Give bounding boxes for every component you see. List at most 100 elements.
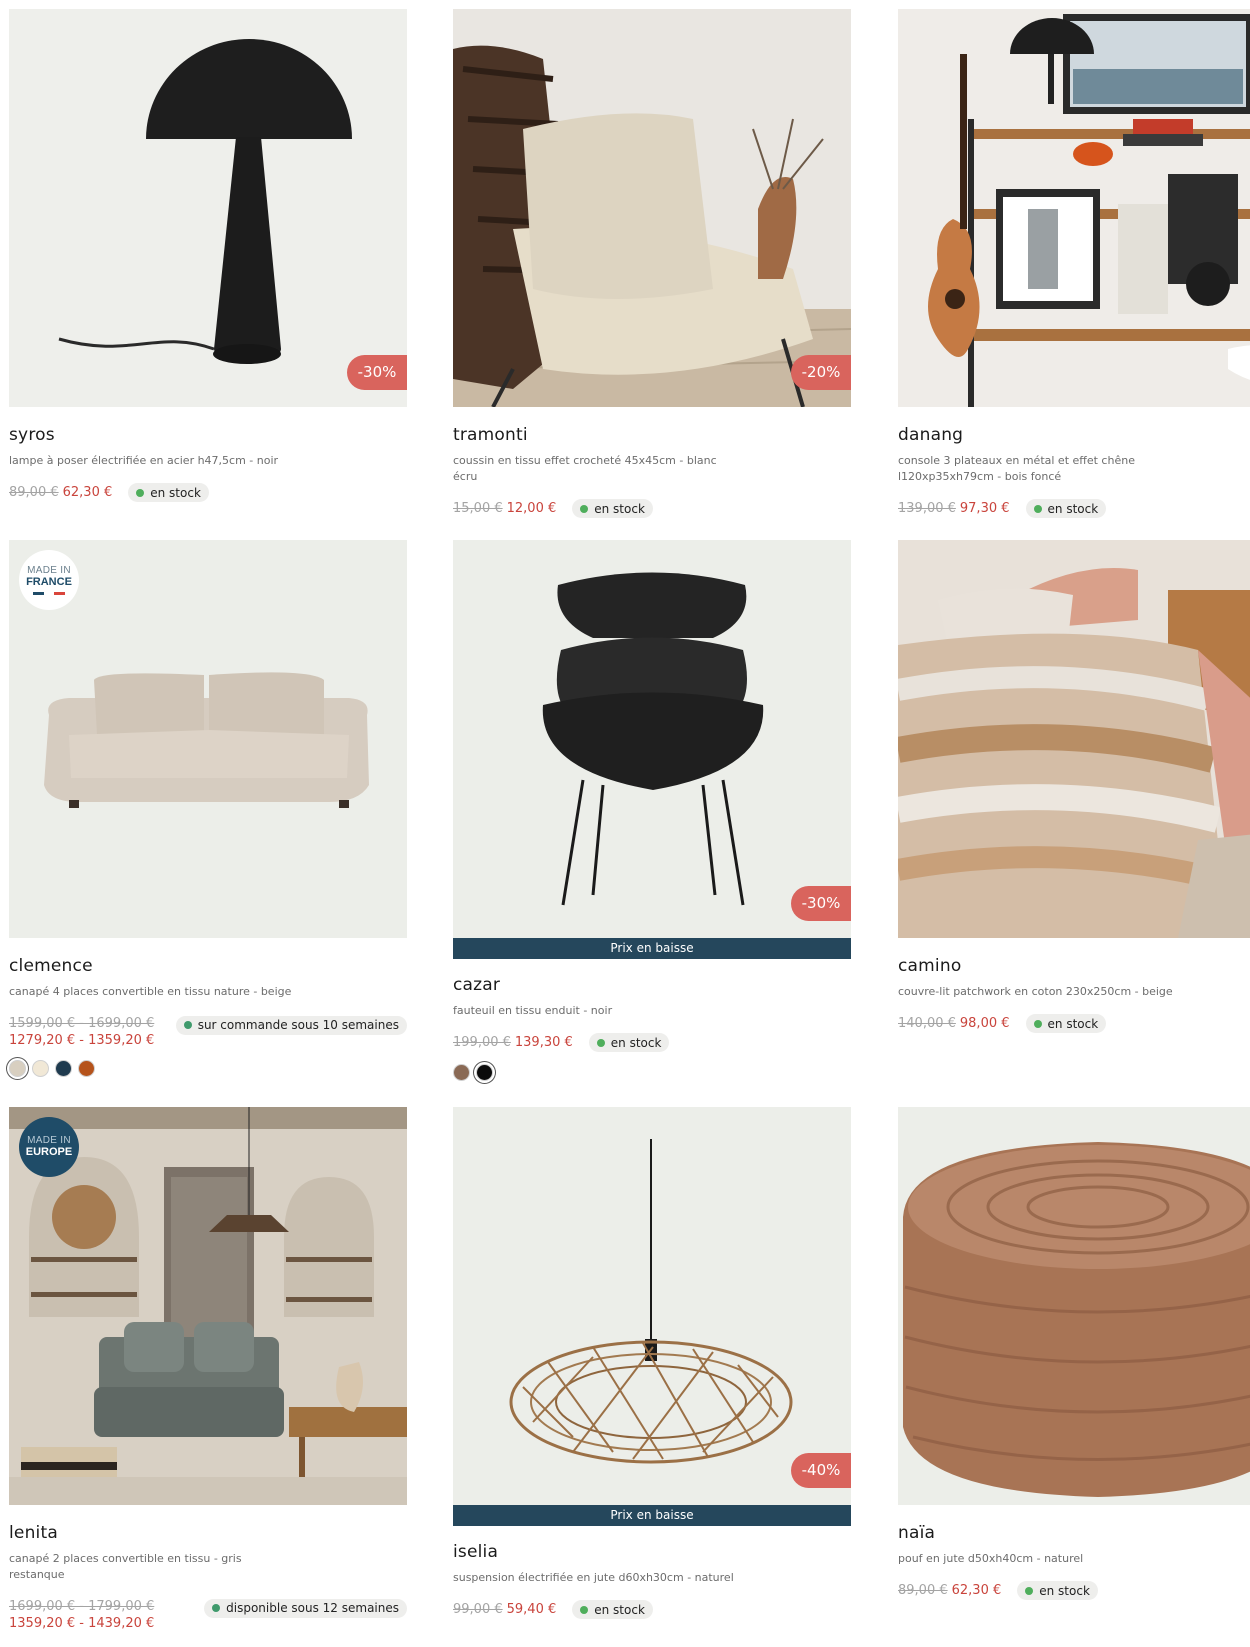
stock-badge: disponible sous 12 semaines [204,1598,407,1618]
color-swatch[interactable] [9,1060,26,1077]
product-description: pouf en jute d50xh40cm - naturel [898,1552,1084,1565]
discount-badge: -20% [791,355,851,390]
product-name[interactable]: lenita [9,1523,407,1543]
sale-price: 59,40 € [506,1602,557,1617]
sale-price: 1359,20 € - 1439,20 € [9,1616,155,1631]
product-description: coussin en tissu effet crocheté 45x45cm … [453,454,717,483]
product-image-camino[interactable] [898,540,1250,938]
product-card-naia[interactable]: naïa pouf en jute d50xh40cm - naturel 89… [898,1107,1250,1600]
product-description: canapé 2 places convertible en tissu - g… [9,1552,242,1581]
stock-badge: en stock [588,1033,670,1052]
stock-badge: en stock [1017,1581,1098,1600]
sale-price: 62,30 € [62,485,113,500]
stock-badge: en stock [1025,499,1107,518]
stock-badge: sur commande sous 10 semaines [175,1015,407,1035]
stock-dot-icon [1025,1586,1034,1595]
sale-price: 98,00 € [959,1016,1010,1031]
color-swatches [9,1060,407,1077]
color-swatch[interactable] [453,1064,470,1081]
color-swatch[interactable] [55,1060,72,1077]
price-drop-banner: Prix en baisse [453,938,851,959]
old-price: 139,00 € [898,501,956,516]
product-card-tramonti[interactable]: -20% tramonti coussin en tissu effet cro… [453,9,851,518]
product-image-naia[interactable] [898,1107,1250,1505]
price-drop-banner: Prix en baisse [453,1505,851,1526]
stock-badge: en stock [572,1600,653,1619]
armchair-image [453,540,851,938]
product-image-tramonti[interactable]: -20% [453,9,851,407]
stock-badge: en stock [1025,1014,1107,1033]
product-name[interactable]: clemence [9,956,407,976]
discount-badge: -30% [347,355,407,390]
sale-price: 12,00 € [506,501,557,516]
product-card-cazar[interactable]: -30% Prix en baisse cazar fauteuil en ti… [453,540,851,1081]
product-description: suspension électrifiée en jute d60xh30cm… [453,1571,734,1584]
price-row: 140,00 € 98,00 € en stock [898,1014,1250,1033]
old-price: 99,00 € [453,1602,503,1617]
product-name[interactable]: syros [9,425,407,445]
product-name[interactable]: iselia [453,1542,851,1562]
product-description: canapé 4 places convertible en tissu nat… [9,985,292,998]
product-image-syros[interactable]: -30% [9,9,407,407]
stock-dot-icon [1033,504,1042,513]
product-name[interactable]: naïa [898,1523,1250,1543]
stock-dot-icon [580,504,589,513]
stock-dot-icon [580,1605,589,1614]
color-swatch[interactable] [476,1064,493,1081]
product-name[interactable]: danang [898,425,1250,445]
price-row: 139,00 € 97,30 € en stock [898,499,1250,518]
discount-badge: -40% [791,1453,851,1488]
price-row: 89,00 € 62,30 € en stock [9,483,407,502]
product-description: console 3 plateaux en métal et effet chê… [898,454,1135,483]
product-card-syros[interactable]: -30% syros lampe à poser électrifiée en … [9,9,407,502]
console-shelf-image [898,9,1250,407]
stock-dot-icon [183,1021,192,1029]
old-price: 89,00 € [9,485,59,500]
cushion-chair-image [453,9,851,407]
product-image-danang[interactable] [898,9,1250,407]
color-swatch[interactable] [78,1060,95,1077]
old-price: 89,00 € [898,1583,948,1598]
jute-pouf-image [898,1107,1250,1505]
french-flag-icon [33,591,66,595]
bedspread-image [898,540,1250,938]
sale-price: 97,30 € [959,501,1010,516]
price-row: 199,00 € 139,30 € en stock [453,1033,851,1052]
price-row: 89,00 € 62,30 € en stock [898,1581,1250,1600]
product-card-camino[interactable]: camino couvre-lit patchwork en coton 230… [898,540,1250,1033]
made-in-france-badge: MADE IN FRANCE [19,550,79,610]
product-image-clemence[interactable]: MADE IN FRANCE [9,540,407,938]
jute-pendant-lamp-image [453,1107,851,1505]
price-row: 1599,00 € - 1699,00 € 1279,20 € - 1359,2… [9,1015,407,1048]
product-description: lampe à poser électrifiée en acier h47,5… [9,454,279,467]
product-image-lenita[interactable]: MADE IN EUROPE [9,1107,407,1505]
price-row: 15,00 € 12,00 € en stock [453,499,851,518]
product-image-cazar[interactable]: -30% [453,540,851,938]
product-name[interactable]: tramonti [453,425,851,445]
product-name[interactable]: cazar [453,975,851,995]
color-swatch[interactable] [32,1060,49,1077]
made-in-europe-badge: MADE IN EUROPE [19,1117,79,1177]
product-description: couvre-lit patchwork en coton 230x250cm … [898,985,1173,998]
discount-badge: -30% [791,886,851,921]
product-card-iselia[interactable]: -40% Prix en baisse iselia suspension él… [453,1107,851,1619]
stock-dot-icon [596,1038,605,1047]
old-price: 1699,00 € - 1799,00 € [9,1599,155,1614]
product-name[interactable]: camino [898,956,1250,976]
sale-price: 62,30 € [951,1583,1002,1598]
old-price: 1599,00 € - 1699,00 € [9,1016,155,1031]
old-price: 140,00 € [898,1016,956,1031]
color-swatches [453,1064,851,1081]
stock-dot-icon [1033,1019,1042,1028]
old-price: 15,00 € [453,501,503,516]
product-card-danang[interactable]: danang console 3 plateaux en métal et ef… [898,9,1250,518]
stock-badge: en stock [572,499,653,518]
old-price: 199,00 € [453,1035,511,1050]
table-lamp-image [9,9,407,407]
product-image-iselia[interactable]: -40% [453,1107,851,1505]
sale-price: 1279,20 € - 1359,20 € [9,1033,155,1048]
product-card-lenita[interactable]: MADE IN EUROPE lenita canapé 2 places co… [9,1107,407,1631]
stock-dot-icon [136,488,145,497]
product-description: fauteuil en tissu enduit - noir [453,1004,613,1017]
product-card-clemence[interactable]: MADE IN FRANCE clemence canapé 4 places … [9,540,407,1077]
